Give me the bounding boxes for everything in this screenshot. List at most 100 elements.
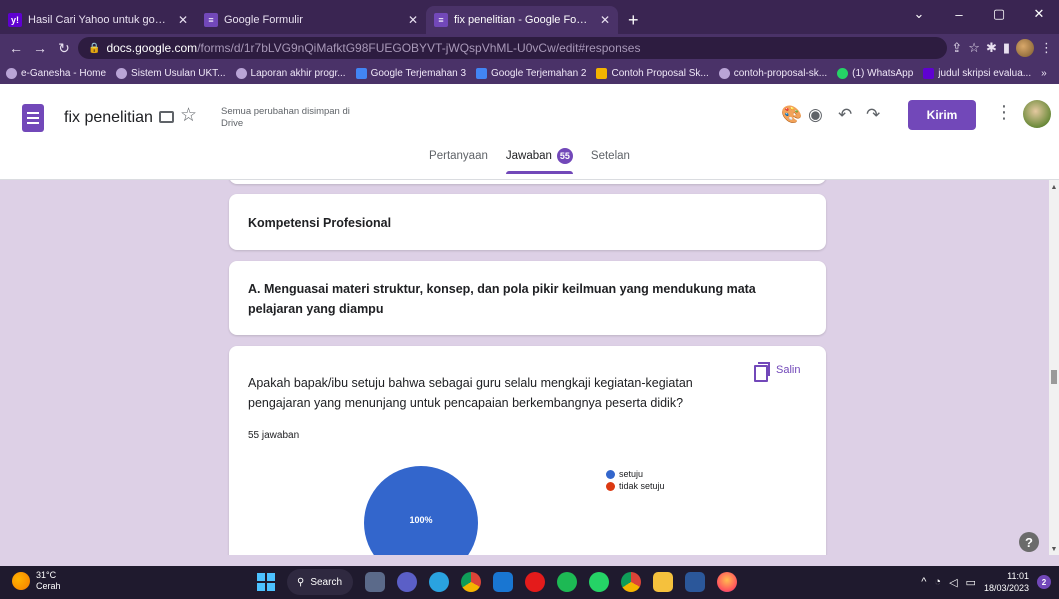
- reload-icon[interactable]: ↻: [54, 40, 74, 57]
- tab-title: Hasil Cari Yahoo untuk google fo: [28, 14, 168, 26]
- tab-title: fix penelitian - Google Formulir: [454, 14, 590, 26]
- scroll-up-icon[interactable]: ▲: [1049, 184, 1059, 191]
- tab-responses[interactable]: Jawaban 55: [505, 146, 573, 180]
- close-icon[interactable]: ✕: [178, 13, 188, 27]
- site-icon: [6, 67, 17, 79]
- browser-tab-fix-penelitian[interactable]: ≡ fix penelitian - Google Formulir ✕: [426, 6, 618, 34]
- wifi-icon[interactable]: ◔: [934, 576, 941, 588]
- subsection-card: A. Menguasai materi struktur, konsep, da…: [229, 261, 826, 335]
- tab-questions[interactable]: Pertanyaan: [429, 146, 488, 180]
- bookmark-item[interactable]: judul skripsi evalua...: [923, 67, 1031, 79]
- response-count: 55 jawaban: [248, 430, 300, 441]
- system-tray: ^ ◔ ◁ ▭ 11:01 18/03/2023 2: [921, 570, 1051, 594]
- palette-icon[interactable]: 🎨: [781, 105, 802, 125]
- redo-icon[interactable]: ↷: [866, 105, 880, 125]
- chrome-profile-icon[interactable]: [621, 572, 641, 592]
- tab-settings[interactable]: Setelan: [591, 146, 630, 180]
- url-host: docs.google.com: [106, 41, 198, 55]
- scroll-down-icon[interactable]: ▼: [1049, 546, 1059, 553]
- windows-start-icon[interactable]: [257, 573, 275, 591]
- bookmark-item[interactable]: Sistem Usulan UKT...: [116, 67, 226, 79]
- telegram-icon[interactable]: [429, 572, 449, 592]
- notification-badge[interactable]: 2: [1037, 575, 1051, 589]
- bookmark-item[interactable]: contoh-proposal-sk...: [718, 67, 827, 79]
- response-count-badge: 55: [556, 148, 573, 164]
- close-window-icon[interactable]: ✕: [1019, 6, 1059, 22]
- bookmark-star-icon[interactable]: ☆: [968, 40, 980, 56]
- undo-icon[interactable]: ↶: [838, 105, 852, 125]
- bookmarks-overflow[interactable]: »: [1041, 68, 1047, 79]
- temperature: 31°C: [36, 570, 57, 580]
- chevron-up-icon[interactable]: ^: [921, 576, 926, 588]
- opera-icon[interactable]: [525, 572, 545, 592]
- browser-toolbar: ← → ↻ 🔒 docs.google.com/forms/d/1r7bLVG9…: [0, 34, 1059, 62]
- question-text: Apakah bapak/ibu setuju bahwa sebagai gu…: [248, 376, 693, 410]
- sidepanel-icon[interactable]: ▮: [1003, 40, 1010, 56]
- battery-icon[interactable]: ▭: [966, 576, 976, 589]
- google-forms-logo-icon[interactable]: [22, 104, 44, 132]
- spotify-icon[interactable]: [557, 572, 577, 592]
- pie-chart: 100%: [364, 466, 478, 555]
- send-button[interactable]: Kirim: [908, 100, 976, 130]
- profile-avatar[interactable]: [1016, 39, 1034, 57]
- help-icon[interactable]: ?: [1019, 532, 1039, 552]
- bookmark-item[interactable]: Google Terjemahan 2: [476, 67, 586, 79]
- clock[interactable]: 11:01 18/03/2023: [984, 570, 1029, 594]
- bookmark-item[interactable]: Contoh Proposal Sk...: [596, 67, 709, 79]
- firefox-icon[interactable]: [717, 572, 737, 592]
- copy-chart-button[interactable]: Salin: [754, 362, 800, 382]
- browser-menu-icon[interactable]: ⋮: [1040, 40, 1053, 56]
- google-forms-icon: ≡: [204, 13, 218, 27]
- whatsapp-icon[interactable]: [589, 572, 609, 592]
- word-icon[interactable]: [685, 572, 705, 592]
- section-card: Kompetensi Profesional: [229, 194, 826, 250]
- back-arrow-icon[interactable]: ←: [6, 40, 26, 56]
- chrome-icon[interactable]: [461, 572, 481, 592]
- avatar[interactable]: [1023, 100, 1051, 128]
- minimize-icon[interactable]: –: [939, 7, 979, 22]
- file-explorer-icon[interactable]: [653, 572, 673, 592]
- meet-icon[interactable]: [397, 572, 417, 592]
- pie-slice-setuju: [364, 466, 478, 555]
- save-status: Semua perubahan disimpan di Drive: [221, 106, 350, 129]
- site-icon: [116, 67, 128, 79]
- bookmark-item[interactable]: e-Ganesha - Home: [6, 67, 106, 79]
- page-scrollbar[interactable]: ▲ ▼: [1049, 180, 1059, 555]
- star-icon[interactable]: ☆: [180, 104, 197, 127]
- bookmark-item[interactable]: Laporan akhir progr...: [235, 67, 346, 79]
- preview-eye-icon[interactable]: ◉: [808, 105, 823, 125]
- new-tab-button[interactable]: +: [618, 6, 649, 34]
- extensions-icon[interactable]: ✱: [986, 40, 997, 56]
- legend-swatch-tidak-setuju: [606, 481, 615, 491]
- responses-content: Kompetensi Profesional A. Menguasai mate…: [0, 180, 1049, 555]
- folder-icon[interactable]: [159, 111, 174, 123]
- close-icon[interactable]: ✕: [600, 13, 610, 27]
- form-tabs: Pertanyaan Jawaban 55 Setelan: [0, 146, 1059, 180]
- taskbar-apps: ⚲ Search: [257, 569, 737, 595]
- subsection-title: A. Menguasai materi struktur, konsep, da…: [248, 282, 756, 316]
- window-controls: ⌄ – ▢ ✕: [899, 0, 1059, 28]
- task-view-icon[interactable]: [365, 572, 385, 592]
- google-translate-icon: [476, 67, 488, 79]
- weather-condition: Cerah: [36, 581, 61, 591]
- site-icon: [235, 67, 247, 79]
- restore-icon[interactable]: ▢: [979, 6, 1019, 22]
- more-options-icon[interactable]: ⋮: [995, 102, 1013, 123]
- volume-icon[interactable]: ◁: [949, 576, 957, 589]
- form-title[interactable]: fix penelitian: [64, 109, 153, 127]
- share-icon[interactable]: ⇪: [951, 40, 962, 56]
- browser-tab-google-formulir[interactable]: ≡ Google Formulir ✕: [196, 6, 426, 34]
- scroll-thumb[interactable]: [1051, 370, 1057, 384]
- browser-tab-yahoo[interactable]: y! Hasil Cari Yahoo untuk google fo ✕: [0, 6, 196, 34]
- pen-icon: [596, 67, 608, 79]
- mail-icon[interactable]: [493, 572, 513, 592]
- legend-label: setuju: [619, 469, 644, 479]
- forward-arrow-icon[interactable]: →: [30, 40, 50, 56]
- close-icon[interactable]: ✕: [408, 13, 418, 27]
- bookmark-item[interactable]: (1) WhatsApp: [837, 67, 913, 79]
- bookmark-item[interactable]: Google Terjemahan 3: [355, 67, 466, 79]
- taskbar-search[interactable]: ⚲ Search: [287, 569, 353, 595]
- weather-widget[interactable]: 31°C Cerah: [12, 570, 61, 592]
- address-bar[interactable]: 🔒 docs.google.com/forms/d/1r7bLVG9nQiMaf…: [78, 37, 948, 59]
- tab-search-icon[interactable]: ⌄: [899, 6, 939, 22]
